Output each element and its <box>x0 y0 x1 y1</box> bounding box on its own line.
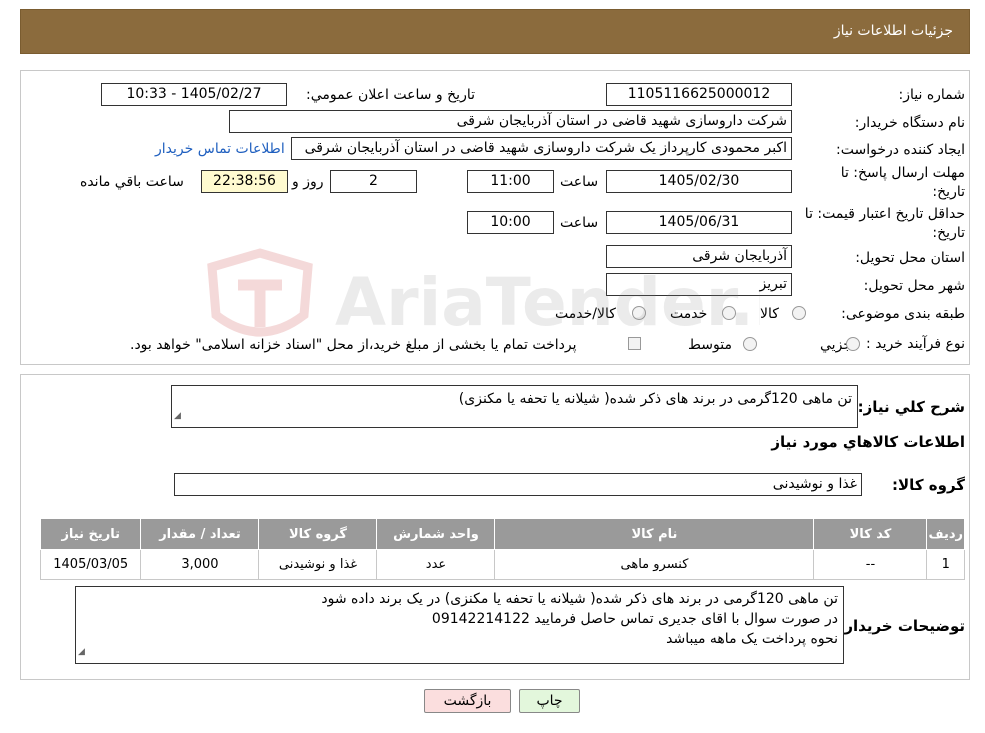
buyer-org-label: نام دستگاه خریدار: <box>854 115 965 131</box>
cell-name: کنسرو ماهی <box>494 549 815 580</box>
resize-grip-icon[interactable]: ◢ <box>78 642 85 662</box>
announce-field: 1405/02/27 - 10:33 <box>101 83 287 106</box>
col-date: تاریخ نیاز <box>39 518 142 550</box>
city-field: تبریز <box>606 273 792 296</box>
process-label: نوع فرآیند خرید : <box>866 336 965 352</box>
remaining-label: ساعت باقي مانده <box>80 174 184 190</box>
cell-date: 1405/03/05 <box>39 549 142 580</box>
deadline-label: مهلت ارسال پاسخ: تا <box>840 165 965 181</box>
buyer-notes-textarea[interactable]: تن ماهی 120گرمی در برند های ذکر شده( شیل… <box>75 586 844 664</box>
category-service-radio[interactable] <box>722 306 736 320</box>
cell-qty: 3,000 <box>140 549 260 580</box>
col-qty: تعداد / مقدار <box>140 518 260 550</box>
col-name: نام کالا <box>494 518 815 550</box>
need-number-label: شماره نیاز: <box>898 87 966 103</box>
buyer-note-line: تن ماهی 120گرمی در برند های ذکر شده( شیل… <box>321 591 838 607</box>
summary-label: شرح کلي نیاز: <box>857 398 965 416</box>
process-option-medium: متوسط <box>688 337 732 353</box>
category-option-service: خدمت <box>670 306 708 322</box>
creator-label: ایجاد کننده درخواست: <box>836 142 965 158</box>
validity-date-field: 1405/06/31 <box>606 211 792 234</box>
days-label: روز و <box>292 174 324 190</box>
deadline-date-field: 1405/02/30 <box>606 170 792 193</box>
need-number-field: 1105116625000012 <box>606 83 792 106</box>
table-row: 1 -- کنسرو ماهی عدد غذا و نوشیدنی 3,000 … <box>39 549 965 580</box>
city-label: شهر محل تحویل: <box>863 278 965 294</box>
validity-time-label: ساعت <box>560 215 599 231</box>
col-group: گروه کالا <box>258 518 378 550</box>
category-option-goods: کالا <box>760 306 779 322</box>
goods-section-title: اطلاعات کالاهاي مورد نیاز <box>771 433 965 451</box>
deadline-label-2: تاریخ: <box>932 184 965 200</box>
category-both-radio[interactable] <box>632 306 646 320</box>
buyer-contact-link[interactable]: اطلاعات تماس خریدار <box>155 141 285 157</box>
province-field: آذربایجان شرقی <box>606 245 792 268</box>
validity-time-field: 10:00 <box>467 211 554 234</box>
validity-label: حداقل تاریخ اعتبار قیمت: تا <box>804 206 965 222</box>
cell-row: 1 <box>926 549 965 580</box>
page-title: جزئیات اطلاعات نیاز <box>833 23 953 39</box>
goods-group-label: گروه کالا: <box>892 476 965 494</box>
col-code: کد کالا <box>813 518 928 550</box>
process-note: پرداخت تمام یا بخشی از مبلغ خرید،از محل … <box>130 337 577 353</box>
summary-text: تن ماهی 120گرمی در برند های ذکر شده( شیل… <box>458 391 852 407</box>
creator-field: اکبر محمودی کارپرداز یک شرکت داروسازی شه… <box>291 137 792 160</box>
category-label: طبقه بندی موضوعی: <box>841 306 965 322</box>
validity-label-2: تاریخ: <box>932 225 965 241</box>
days-field: 2 <box>330 170 417 193</box>
deadline-time-label: ساعت <box>560 174 599 190</box>
process-medium-radio[interactable] <box>743 337 757 351</box>
buyer-org-field: شرکت داروسازی شهید قاضی در استان آذربایج… <box>229 110 792 133</box>
cell-code: -- <box>813 549 928 580</box>
remaining-time-field: 22:38:56 <box>201 170 288 193</box>
deadline-time-field: 11:00 <box>467 170 554 193</box>
announce-label: تاریخ و ساعت اعلان عمومي: <box>306 87 475 103</box>
goods-group-field: غذا و نوشیدنی <box>174 473 862 496</box>
cell-unit: عدد <box>376 549 496 580</box>
print-button[interactable]: چاپ <box>519 689 580 713</box>
buyer-note-line: نحوه پرداخت یک ماهه میباشد <box>666 631 838 647</box>
goods-table: ردیف کد کالا نام کالا واحد شمارش گروه کا… <box>39 518 965 580</box>
cell-group: غذا و نوشیدنی <box>258 549 378 580</box>
province-label: استان محل تحویل: <box>855 250 965 266</box>
goods-table-header: ردیف کد کالا نام کالا واحد شمارش گروه کا… <box>39 518 965 550</box>
buyer-notes-label: توضیحات خریدار: <box>838 617 965 635</box>
resize-grip-icon[interactable]: ◢ <box>174 406 181 426</box>
category-goods-radio[interactable] <box>792 306 806 320</box>
summary-textarea[interactable]: تن ماهی 120گرمی در برند های ذکر شده( شیل… <box>171 385 858 428</box>
treasury-checkbox[interactable] <box>628 337 641 350</box>
category-option-both: کالا/خدمت <box>555 306 616 322</box>
process-minor-radio[interactable] <box>846 337 860 351</box>
page-header: جزئیات اطلاعات نیاز <box>20 9 970 54</box>
back-button[interactable]: بازگشت <box>424 689 511 713</box>
col-unit: واحد شمارش <box>376 518 496 550</box>
buyer-note-line: در صورت سوال با اقای جدیری تماس حاصل فرم… <box>431 611 838 627</box>
col-row: ردیف <box>926 518 965 550</box>
